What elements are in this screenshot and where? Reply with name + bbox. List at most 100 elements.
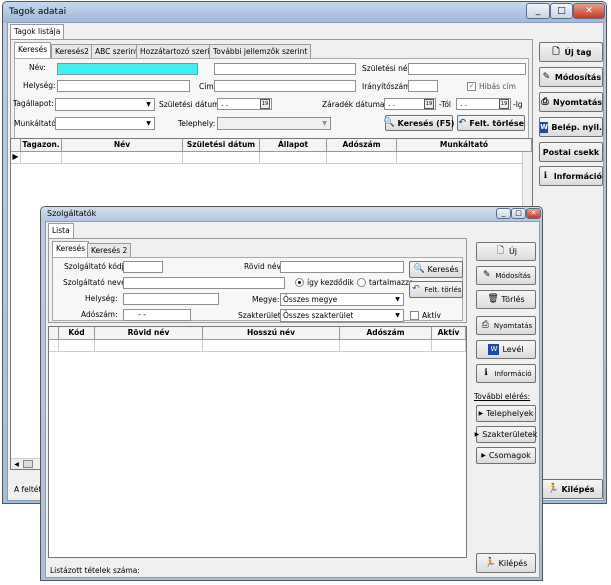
child-close-button[interactable]: ✕ bbox=[526, 208, 541, 219]
csomagok-button[interactable]: ▶ Csomagok bbox=[476, 447, 536, 464]
zaradek-ig-input[interactable]: . . 19 bbox=[456, 98, 511, 110]
szakteruletek-button[interactable]: ▶ Szakterületek bbox=[475, 426, 537, 443]
child-nyomtatas-button[interactable]: ⎙ Nyomtatás bbox=[476, 316, 536, 335]
tab-lista[interactable]: Lista bbox=[48, 223, 74, 239]
szuletesi-datum-label: Születési dátum: bbox=[159, 100, 222, 109]
szolgaltato-kodja-input[interactable] bbox=[123, 261, 163, 273]
megye-label: Megye: bbox=[252, 295, 280, 304]
tab-tovabbi-jellemzok[interactable]: További jellemzők szerint bbox=[209, 44, 312, 58]
child-kereses-button[interactable]: 🔍 Keresés bbox=[409, 261, 463, 278]
aktiv-label: Aktív bbox=[422, 311, 441, 320]
column-header[interactable]: Munkáltató bbox=[397, 139, 532, 151]
igy-kezdodik-radio[interactable] bbox=[295, 278, 304, 287]
child-helyseg-input[interactable] bbox=[123, 293, 219, 305]
main-titlebar[interactable]: Tagok adatai _ □ ✕ bbox=[3, 2, 606, 23]
szuletesi-nev-input[interactable] bbox=[408, 63, 526, 75]
child-kilepes-button[interactable]: 🏃 Kilépés bbox=[476, 553, 536, 573]
search-panel: Keresés Keresés2 ABC szerint Hozzátartoz… bbox=[10, 39, 533, 152]
aktiv-checkbox[interactable] bbox=[410, 311, 419, 320]
triangle-right-icon: ▶ bbox=[481, 452, 486, 459]
delete-icon: 🗑 bbox=[487, 294, 499, 304]
word-icon: W bbox=[540, 121, 549, 133]
child-minimize-button[interactable]: _ bbox=[496, 208, 511, 219]
child-tab-kereses2[interactable]: Keresés 2 bbox=[87, 243, 132, 257]
iranyitoszam-input[interactable] bbox=[408, 80, 438, 92]
tab-abc-szerint[interactable]: ABC szerint bbox=[91, 44, 143, 58]
tartalmazza-radio[interactable] bbox=[357, 278, 366, 287]
child-titlebar[interactable]: Szolgáltatók _ □ ✕ bbox=[41, 207, 542, 221]
calendar-icon[interactable]: 19 bbox=[499, 99, 509, 109]
column-header[interactable]: Tagazon. bbox=[21, 139, 62, 151]
column-header[interactable]: Adószám bbox=[327, 139, 397, 151]
maximize-button[interactable]: □ bbox=[550, 3, 573, 19]
scroll-left-icon[interactable]: ◀ bbox=[12, 460, 21, 469]
triangle-right-icon: ▶ bbox=[478, 410, 484, 417]
child-tab-kereses[interactable]: Keresés bbox=[52, 241, 90, 257]
belep-nyil-button[interactable]: W Belép. nyil. bbox=[539, 117, 603, 137]
child-adoszam-input[interactable]: - - bbox=[123, 309, 191, 321]
szolgaltato-neve-input[interactable] bbox=[123, 277, 285, 289]
column-header[interactable]: Adószám bbox=[340, 327, 432, 339]
column-header[interactable]: Születési dátum bbox=[183, 139, 260, 151]
felt-torlese-button[interactable]: ↶ Felt. törlése bbox=[457, 115, 525, 131]
info-person-icon: ℹ bbox=[543, 170, 548, 181]
column-header[interactable]: Hosszú név bbox=[203, 327, 340, 339]
rovid-nev-input[interactable] bbox=[280, 261, 404, 273]
chevron-down-icon: ▼ bbox=[146, 101, 151, 108]
child-search-panel: Keresés Keresés 2 Szolgáltató kódja: Röv… bbox=[48, 238, 467, 323]
table-row[interactable]: ▶ bbox=[11, 152, 532, 164]
scroll-thumb[interactable] bbox=[23, 460, 33, 468]
table-row[interactable] bbox=[49, 340, 466, 352]
nev-second-input[interactable] bbox=[214, 63, 356, 75]
telephelyek-button[interactable]: ▶ Telephelyek bbox=[476, 405, 536, 422]
tovabbi-eleres-label: További elérés: bbox=[474, 392, 531, 401]
column-header[interactable]: Állapot bbox=[260, 139, 327, 151]
helyseg-input[interactable] bbox=[57, 80, 190, 92]
kilepes-button[interactable]: 🏃 Kilépés bbox=[539, 479, 603, 499]
uj-tag-button[interactable]: 🗋 Új tag bbox=[539, 42, 603, 62]
szolgaltatok-table[interactable]: Kód Rövid név Hosszú név Adószám Aktív bbox=[48, 326, 467, 558]
tab-kereses2[interactable]: Keresés2 bbox=[51, 44, 93, 58]
modositas-button[interactable]: ✎ Módosítás bbox=[539, 67, 603, 87]
tol-label: -Tól bbox=[439, 100, 451, 109]
child-level-button[interactable]: W Levél bbox=[476, 340, 536, 359]
minimize-button[interactable]: _ bbox=[526, 3, 550, 19]
calendar-icon[interactable]: 19 bbox=[424, 99, 434, 109]
hibas-cim-checkbox[interactable]: ✓ bbox=[467, 82, 476, 91]
column-header[interactable]: Rövid név bbox=[95, 327, 203, 339]
child-torles-button[interactable]: 🗑 Törlés bbox=[476, 290, 536, 309]
nyomtatas-button[interactable]: ⎙ Nyomtatás bbox=[539, 92, 603, 112]
tagallapot-select[interactable]: ▼ bbox=[55, 98, 155, 111]
cim-input[interactable] bbox=[214, 80, 356, 92]
szakterulet-select[interactable]: Összes szakterület ▼ bbox=[280, 309, 404, 322]
column-header[interactable]: Kód bbox=[59, 327, 95, 339]
munkaltato-select[interactable]: ▼ bbox=[55, 117, 155, 130]
info-person-icon: ℹ bbox=[484, 368, 488, 378]
zaradek-tol-input[interactable]: . . 19 bbox=[384, 98, 436, 110]
child-status-text: Listázott tételek száma: bbox=[50, 566, 140, 575]
megye-select[interactable]: Összes megye ▼ bbox=[280, 293, 404, 306]
child-informacio-button[interactable]: ℹ Információ bbox=[476, 364, 536, 383]
tab-kereses[interactable]: Keresés bbox=[14, 42, 52, 58]
kereses-f5-button[interactable]: 🔍 Keresés (F5) bbox=[384, 115, 454, 131]
szolgaltato-neve-label: Szolgáltató neve: bbox=[63, 278, 129, 287]
szuletesi-nev-label: Születési név: bbox=[362, 64, 415, 73]
word-icon: W bbox=[488, 344, 500, 355]
calendar-icon[interactable]: 19 bbox=[260, 99, 270, 109]
igy-kezdodik-label: így kezdődik bbox=[307, 278, 354, 287]
postai-csekk-button[interactable]: Postai csekk bbox=[539, 142, 603, 162]
informacio-button[interactable]: ℹ Információ bbox=[539, 166, 603, 186]
tab-tagok-listaja[interactable]: Tagok listája bbox=[10, 24, 65, 40]
child-felt-torles-button[interactable]: ↶ Felt. törlés bbox=[409, 281, 463, 298]
printer-icon: ⎙ bbox=[481, 320, 489, 330]
nev-input[interactable] bbox=[57, 63, 198, 75]
column-header[interactable]: Név bbox=[62, 139, 183, 151]
szuletesi-datum-input[interactable]: . . 19 bbox=[217, 98, 272, 110]
rovid-nev-label: Rövid név: bbox=[244, 262, 284, 271]
column-header[interactable]: Aktív bbox=[432, 327, 466, 339]
child-uj-button[interactable]: 🗋 Új bbox=[476, 242, 536, 261]
close-button[interactable]: ✕ bbox=[573, 3, 605, 19]
child-maximize-button[interactable]: □ bbox=[511, 208, 526, 219]
child-modositas-button[interactable]: ✎ Módosítás bbox=[476, 266, 536, 285]
telephely-select[interactable]: ▼ bbox=[217, 117, 331, 130]
